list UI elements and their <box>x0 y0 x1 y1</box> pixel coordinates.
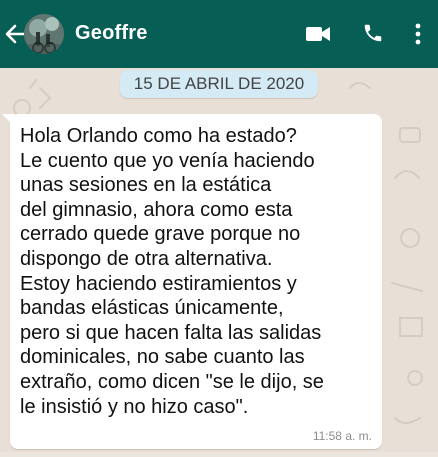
incoming-message-bubble[interactable]: Hola Orlando como ha estado? Le cuento q… <box>10 114 382 449</box>
message-text: Hola Orlando como ha estado? Le cuento q… <box>20 125 324 418</box>
phone-icon[interactable] <box>362 22 384 44</box>
date-separator: 15 DE ABRIL DE 2020 <box>120 70 318 98</box>
contact-name[interactable]: Geoffre <box>75 22 148 45</box>
video-call-icon[interactable] <box>305 24 331 44</box>
message-timestamp: 11:58 a. m. <box>312 429 372 443</box>
avatar[interactable] <box>24 14 64 54</box>
chat-header: Geoffre <box>0 0 438 68</box>
arrow-left-icon[interactable] <box>4 20 26 48</box>
avatar-photo-icon <box>24 14 64 54</box>
more-vertical-icon[interactable] <box>414 22 422 46</box>
